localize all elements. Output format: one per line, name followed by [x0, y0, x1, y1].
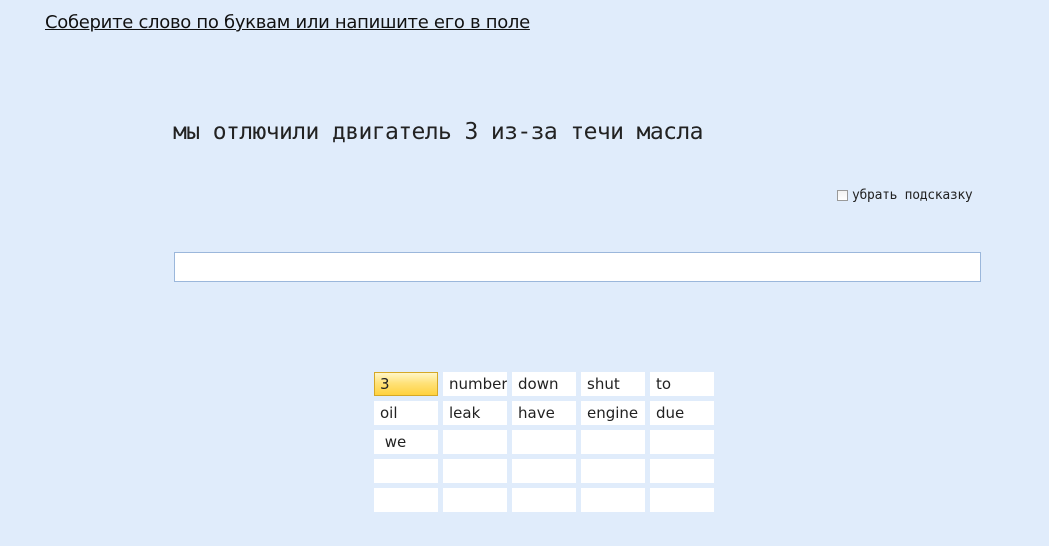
hide-hint-label: убрать подсказку — [852, 188, 973, 203]
empty-tile-slot — [581, 488, 645, 512]
empty-tile-slot — [650, 459, 714, 483]
empty-tile-slot — [581, 430, 645, 454]
word-tile-grid: 3 number down shut to oil leak have engine due we — [374, 372, 714, 512]
instruction-link[interactable]: Соберите слово по буквам или напишите ег… — [45, 12, 530, 33]
empty-tile-slot — [512, 459, 576, 483]
word-tile[interactable]: engine — [581, 401, 645, 425]
hide-hint-checkbox[interactable] — [837, 190, 848, 201]
word-tile[interactable]: number — [443, 372, 507, 396]
empty-tile-slot — [650, 488, 714, 512]
empty-tile-slot — [512, 488, 576, 512]
empty-tile-slot — [443, 459, 507, 483]
word-tile[interactable]: down — [512, 372, 576, 396]
word-tile[interactable]: shut — [581, 372, 645, 396]
word-tile[interactable]: to — [650, 372, 714, 396]
word-tile[interactable]: have — [512, 401, 576, 425]
empty-tile-slot — [650, 430, 714, 454]
hide-hint-toggle[interactable]: убрать подсказку — [837, 188, 973, 203]
word-tile[interactable]: due — [650, 401, 714, 425]
empty-tile-slot — [443, 430, 507, 454]
empty-tile-slot — [374, 488, 438, 512]
empty-tile-slot — [512, 430, 576, 454]
word-tile[interactable]: 3 — [374, 372, 438, 396]
word-tile[interactable]: we — [374, 430, 438, 454]
word-tile[interactable]: leak — [443, 401, 507, 425]
answer-input[interactable] — [174, 252, 981, 282]
empty-tile-slot — [374, 459, 438, 483]
empty-tile-slot — [581, 459, 645, 483]
empty-tile-slot — [443, 488, 507, 512]
source-sentence: мы отлючили двигатель 3 из-за течи масла — [173, 119, 703, 145]
word-tile[interactable]: oil — [374, 401, 438, 425]
